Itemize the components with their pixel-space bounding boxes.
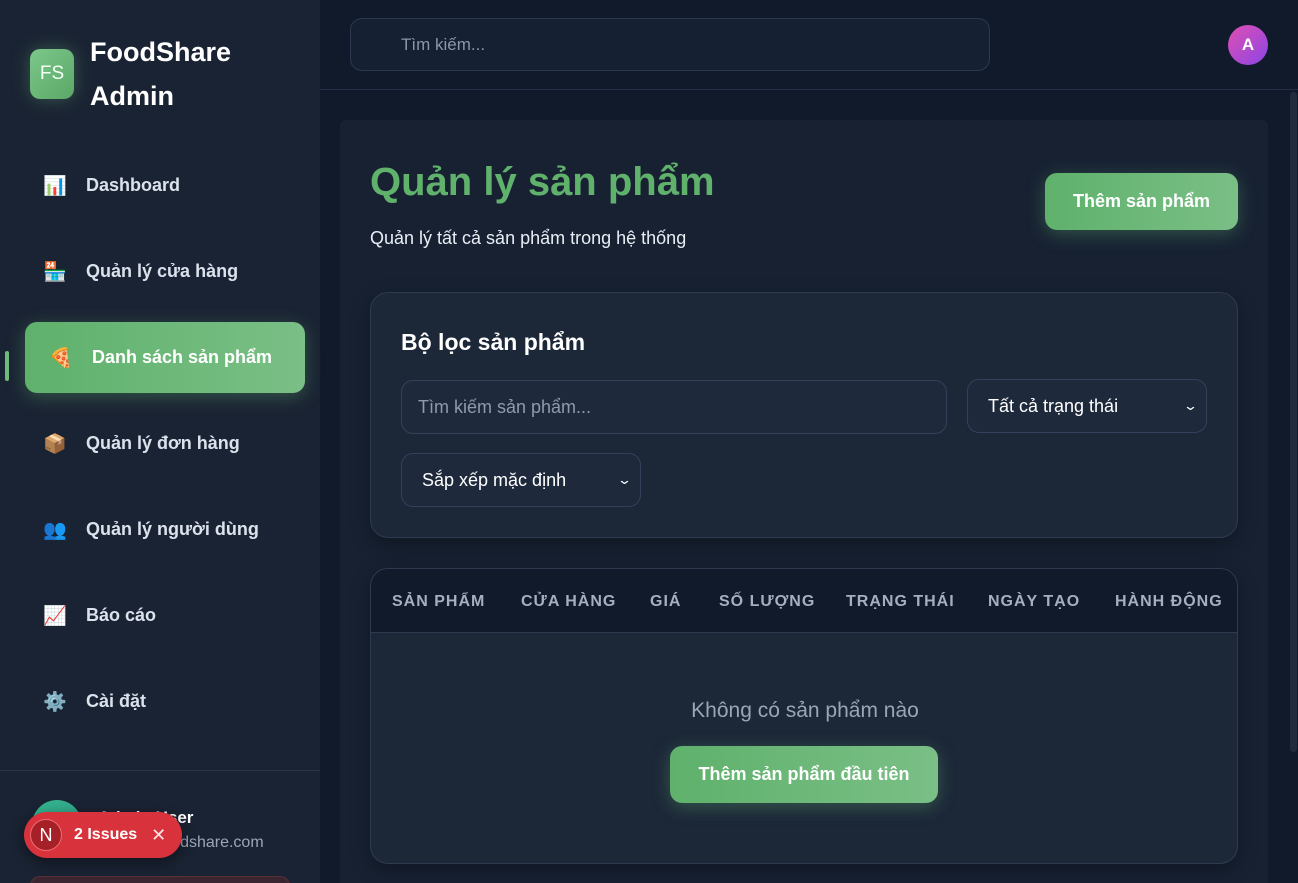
issues-count[interactable]: 2 Issues [74,826,137,844]
sidebar-item-label: Báo cáo [86,605,157,625]
add-first-product-button[interactable]: Thêm sản phẩm đầu tiên [670,746,938,803]
sort-select[interactable]: Sắp xếp mặc định ⌄ [401,453,641,507]
trend-chart-icon: 📈 [43,605,67,627]
column-header-created: NGÀY TẠO [988,593,1081,610]
add-product-button[interactable]: Thêm sản phẩm [1045,173,1238,230]
issues-badge[interactable]: N 2 Issues ✕ [24,812,182,858]
column-header-price: GIÁ [650,593,682,610]
scrollbar-thumb[interactable] [1290,92,1297,752]
sidebar-item-label: Quản lý người dùng [86,519,259,539]
main-content: Quản lý sản phẩm Quản lý tất cả sản phẩm… [340,120,1268,883]
sidebar-item-stores[interactable]: 🏪 Quản lý cửa hàng [25,236,305,307]
topbar: A [320,0,1298,90]
column-header-status: TRẠNG THÁI [846,593,955,610]
filter-title: Bộ lọc sản phẩm [401,329,586,355]
page-title: Quản lý sản phẩm [370,160,715,204]
sidebar: FS FoodShare Admin 📊 Dashboard 🏪 Quản lý… [0,0,320,883]
column-header-actions: HÀNH ĐỘNG [1115,593,1223,610]
logout-button[interactable] [30,876,290,883]
page-subtitle: Quản lý tất cả sản phẩm trong hệ thống [370,228,687,248]
store-icon: 🏪 [43,261,67,283]
chevron-down-icon: ⌄ [1182,398,1199,413]
search-input[interactable] [350,18,990,71]
sidebar-nav: 📊 Dashboard 🏪 Quản lý cửa hàng 🍕 Danh sá… [25,150,305,752]
sidebar-item-dashboard[interactable]: 📊 Dashboard [25,150,305,221]
bar-chart-icon: 📊 [43,175,67,197]
sidebar-item-label: Danh sách sản phẩm [92,347,273,367]
sidebar-divider [0,770,320,771]
sidebar-item-label: Dashboard [86,175,181,195]
sort-select-value: Sắp xếp mặc định [422,469,567,490]
sidebar-item-settings[interactable]: ⚙️ Cài đặt [25,666,305,737]
empty-state-text: Không có sản phẩm nào [691,699,919,722]
sidebar-item-label: Quản lý đơn hàng [86,433,240,453]
sidebar-item-products[interactable]: 🍕 Danh sách sản phẩm [25,322,305,393]
gear-icon: ⚙️ [43,691,67,713]
sidebar-item-orders[interactable]: 📦 Quản lý đơn hàng [25,408,305,479]
nextjs-logo-icon: N [30,819,62,851]
brand-name: FoodShare Admin [90,37,232,111]
package-icon: 📦 [43,433,67,455]
column-header-product: SẢN PHẨM [392,593,486,610]
filter-card: Bộ lọc sản phẩm Tìm kiếm sản phẩm... Tất… [370,292,1238,538]
column-header-quantity: SỐ LƯỢNG [719,593,816,610]
close-icon[interactable]: ✕ [151,825,166,846]
products-table: SẢN PHẨM CỬA HÀNG GIÁ SỐ LƯỢNG TRẠNG THÁ… [370,568,1238,864]
table-header: SẢN PHẨM CỬA HÀNG GIÁ SỐ LƯỢNG TRẠNG THÁ… [371,569,1237,633]
users-icon: 👥 [43,519,67,541]
status-select-value: Tất cả trạng thái [988,395,1119,416]
sidebar-item-reports[interactable]: 📈 Báo cáo [25,580,305,651]
product-search-input[interactable]: Tìm kiếm sản phẩm... [401,380,947,434]
sidebar-item-users[interactable]: 👥 Quản lý người dùng [25,494,305,565]
column-header-store: CỬA HÀNG [521,593,617,610]
avatar[interactable]: A [1228,25,1268,65]
pizza-icon: 🍕 [49,347,73,369]
chevron-down-icon: ⌄ [616,472,633,487]
active-indicator [5,351,9,381]
brand-logo: FS [30,49,74,99]
sidebar-item-label: Quản lý cửa hàng [86,261,239,281]
status-select[interactable]: Tất cả trạng thái ⌄ [967,379,1207,433]
sidebar-item-label: Cài đặt [86,691,147,711]
brand[interactable]: FS FoodShare Admin [30,30,250,118]
